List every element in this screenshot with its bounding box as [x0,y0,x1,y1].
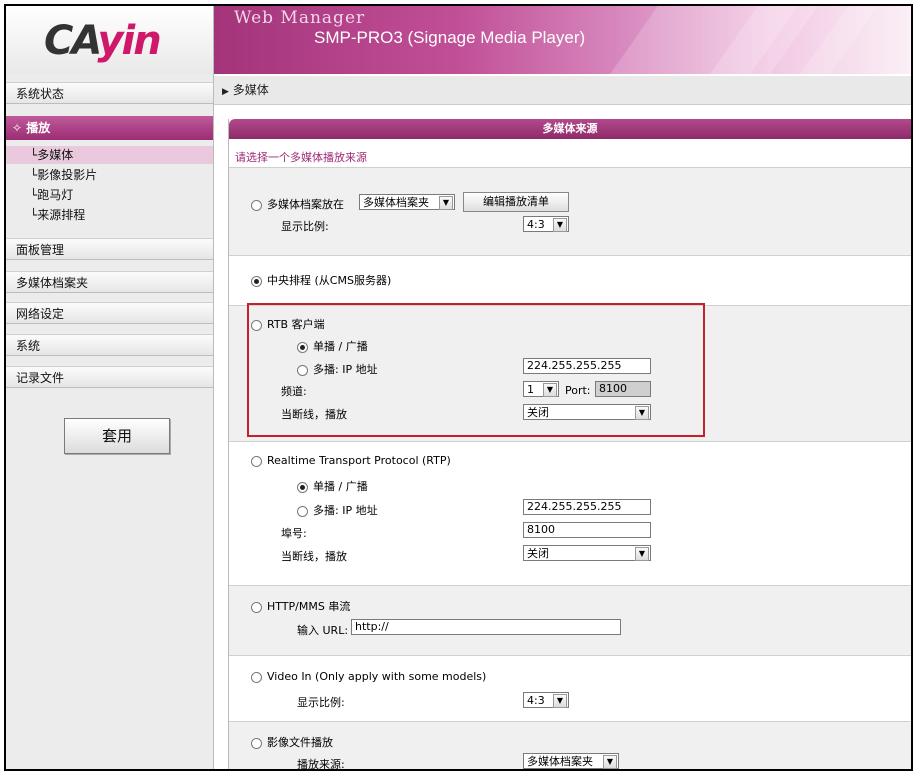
chevron-down-icon: ▼ [635,547,649,561]
rtb-unicast-radio[interactable] [297,341,308,353]
http-url-input[interactable]: http:// [351,619,621,635]
http-url-label: 输入 URL: [297,624,349,637]
ratio-label: 显示比例: [281,220,329,233]
app-window: CAyin Web Manager SMP-PRO3 (Signage Medi… [4,4,913,771]
apply-button[interactable]: 套用 [64,418,170,454]
device-subtitle: SMP-PRO3 (Signage Media Player) [314,28,586,47]
logo-box: CAyin [6,6,214,74]
rtp-port-input[interactable]: 8100 [523,522,651,538]
rtb-multicast-radio[interactable] [297,364,308,376]
ratio-select[interactable]: 4:3 ▼ [523,216,569,232]
sidebar-subitem-marquee[interactable]: └跑马灯 [6,186,213,204]
chevron-down-icon: ▼ [553,218,567,232]
rtp-radio[interactable] [251,455,262,467]
sidebar-item-panel-management[interactable]: 面板管理 [6,238,213,260]
sidebar-item-system-status[interactable]: 系统状态 [6,82,213,104]
breadcrumb: ▶ 多媒体 [214,76,911,105]
sidebar-subitem-multimedia[interactable]: └多媒体 [6,146,213,164]
section-video-in: Video In (Only apply with some models) 显… [229,655,911,722]
sidebar-subitem-source-schedule[interactable]: └来源排程 [6,206,213,224]
sidebar-item-media-folder[interactable]: 多媒体档案夹 [6,271,213,293]
cms-radio[interactable] [251,275,262,287]
rtb-port-input[interactable]: 8100 [595,381,651,397]
chevron-down-icon: ▼ [439,196,453,210]
header-banner: Web Manager SMP-PRO3 (Signage Media Play… [214,6,911,74]
header: CAyin Web Manager SMP-PRO3 (Signage Medi… [6,6,911,74]
rtp-offline-label: 当断线，播放 [281,550,347,563]
media-folder-radio[interactable] [251,199,262,211]
app-title: Web Manager [234,8,366,28]
section-media-folder: 多媒体档案放在 多媒体档案夹 ▼ 编辑播放清单 显示比例: 4:3 ▼ [229,167,911,256]
video-in-ratio-label: 显示比例: [297,696,345,709]
panel-hint: 请选择一个多媒体播放来源 [235,151,367,164]
media-source-panel: 多媒体来源 请选择一个多媒体播放来源 多媒体档案放在 多媒体档案夹 ▼ 编辑播放清… [228,119,911,769]
sidebar-item-system[interactable]: 系统 [6,334,213,356]
chevron-down-icon: ▼ [553,694,567,708]
sidebar: 系统状态 ✧ 播放 └多媒体 └影像投影片 └跑马灯 └来源排程 面板管理 多媒… [6,74,214,769]
rtp-port-label: 埠号: [281,527,307,540]
breadcrumb-arrow-icon: ▶ [222,87,229,97]
rtb-channel-select[interactable]: 1 ▼ [523,381,559,397]
rtb-offline-label: 当断线，播放 [281,408,347,421]
panel-title: 多媒体来源 [229,119,911,139]
chevron-down-icon: ▼ [543,383,557,397]
chevron-down-icon: ▼ [635,406,649,420]
section-http: HTTP/MMS 串流 输入 URL: http:// [229,585,911,656]
sidebar-subitem-slideshow[interactable]: └影像投影片 [6,166,213,184]
rtp-multicast-radio[interactable] [297,505,308,517]
media-folder-select[interactable]: 多媒体档案夹 ▼ [359,194,455,210]
rtb-offline-select[interactable]: 关闭 ▼ [523,404,651,420]
sidebar-item-log-files[interactable]: 记录文件 [6,366,213,388]
section-rtb: RTB 客户端 单播 / 广播 多播: IP 地址 224.255.255.25… [229,305,911,442]
image-source-select[interactable]: 多媒体档案夹 ▼ [523,753,619,769]
rtb-channel-label: 频道: [281,385,307,398]
cayin-logo: CAyin [44,18,162,64]
section-image-file: 影像文件播放 播放来源: 多媒体档案夹 ▼ [229,721,911,771]
video-in-radio[interactable] [251,671,262,683]
rtb-port-label: Port: [565,384,591,397]
rtp-unicast-radio[interactable] [297,481,308,493]
section-cms: 中央排程 (从CMS服务器) [229,255,911,306]
video-in-ratio-select[interactable]: 4:3 ▼ [523,692,569,708]
image-source-label: 播放来源: [297,758,345,771]
rtb-ip-input[interactable]: 224.255.255.255 [523,358,651,374]
rtp-offline-select[interactable]: 关闭 ▼ [523,545,651,561]
rtp-ip-input[interactable]: 224.255.255.255 [523,499,651,515]
section-rtp: Realtime Transport Protocol (RTP) 单播 / 广… [229,441,911,586]
rtb-radio[interactable] [251,319,262,331]
http-radio[interactable] [251,601,262,613]
breadcrumb-label: 多媒体 [232,83,269,97]
image-file-radio[interactable] [251,737,262,749]
sparkle-icon: ✧ [12,121,23,135]
chevron-down-icon: ▼ [603,755,617,769]
edit-playlist-button[interactable]: 编辑播放清单 [463,192,569,212]
sidebar-item-network[interactable]: 网络设定 [6,302,213,324]
sidebar-item-playback[interactable]: ✧ 播放 [6,116,213,140]
